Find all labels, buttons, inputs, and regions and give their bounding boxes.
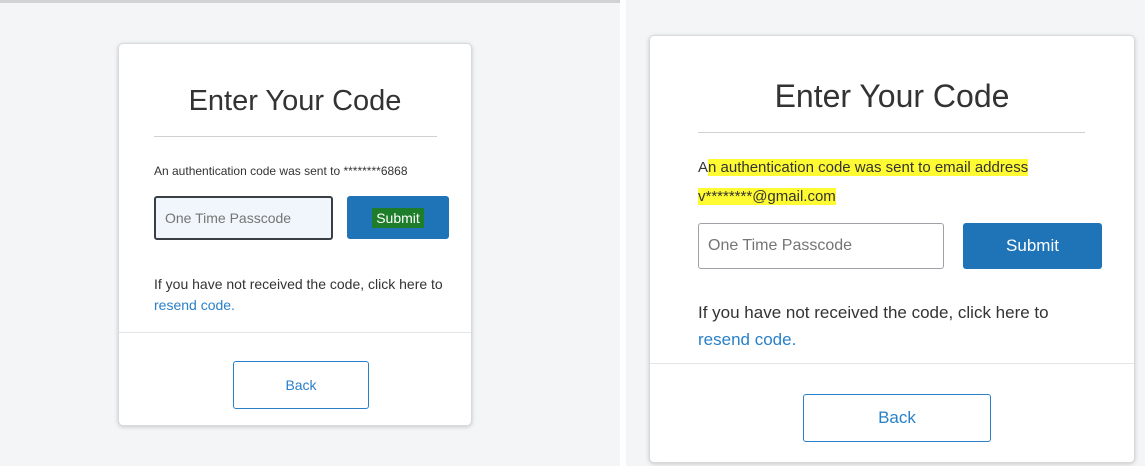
- left-screenshot-panel: Enter Your Code An authentication code w…: [0, 0, 620, 466]
- resend-text: If you have not received the code, click…: [698, 303, 1049, 322]
- submit-label: Submit: [372, 207, 424, 228]
- message-prefix: A: [698, 159, 709, 176]
- auth-code-message: An authentication code was sent to *****…: [154, 164, 408, 178]
- footer-divider: [650, 363, 1134, 364]
- card-title: Enter Your Code: [188, 85, 402, 117]
- footer-divider: [119, 332, 471, 333]
- panel-gap: [620, 0, 626, 466]
- title-divider: [698, 132, 1085, 133]
- message-highlight: n authentication code was sent to email …: [708, 159, 1029, 176]
- back-button[interactable]: Back: [233, 361, 369, 409]
- top-divider: [0, 0, 620, 3]
- one-time-passcode-input[interactable]: [154, 196, 333, 240]
- enter-code-card-phone: Enter Your Code An authentication code w…: [118, 43, 472, 426]
- submit-button[interactable]: Submit: [347, 196, 449, 239]
- submit-button[interactable]: Submit: [963, 223, 1102, 269]
- back-button[interactable]: Back: [803, 394, 991, 442]
- title-divider: [154, 136, 437, 137]
- resend-code-link[interactable]: resend code.: [698, 330, 796, 349]
- enter-code-card-email: Enter Your Code An authentication code w…: [649, 35, 1135, 463]
- auth-code-message: An authentication code was sent to email…: [698, 153, 1108, 211]
- one-time-passcode-input[interactable]: [698, 223, 944, 269]
- masked-email: v********@gmail.com: [698, 188, 836, 205]
- card-title: Enter Your Code: [774, 78, 1010, 114]
- resend-code-link[interactable]: resend code.: [154, 297, 235, 313]
- resend-info: If you have not received the code, click…: [698, 299, 1098, 353]
- resend-info: If you have not received the code, click…: [154, 274, 444, 316]
- resend-text: If you have not received the code, click…: [154, 276, 443, 292]
- right-screenshot-panel: Enter Your Code An authentication code w…: [620, 0, 1145, 466]
